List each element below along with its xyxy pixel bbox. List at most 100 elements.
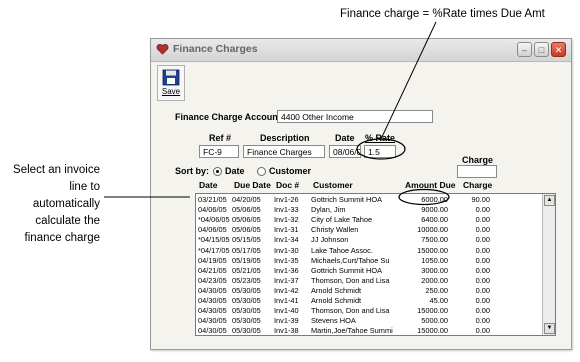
save-label: Save	[161, 87, 181, 96]
row-amount-due: 15000.00	[417, 245, 448, 255]
row-doc-number: Inv1-38	[274, 326, 299, 336]
table-scrollbar[interactable]: ▲ ▼	[542, 194, 555, 335]
invoice-table: 03/21/05 04/20/05 Inv1-26 Gottrich Summit H…	[195, 193, 556, 336]
row-customer: Gottrich Summit HOA	[311, 265, 383, 275]
row-charge: 0.00	[475, 285, 490, 295]
account-field[interactable]: 4400 Other Income	[277, 110, 433, 123]
table-row[interactable]: 04/30/05 05/30/05 Inv1-40 Thomson, Don and …	[196, 306, 544, 316]
row-amount-due: 7500.00	[421, 235, 448, 245]
table-row[interactable]: 04/06/05 05/06/05 Inv1-33 Dylan, Jim 9000.00…	[196, 205, 544, 215]
row-date: *04/06/05	[198, 215, 230, 225]
row-charge: 0.00	[475, 255, 490, 265]
row-date: 04/30/05	[198, 306, 227, 316]
finance-charges-window: Finance Charges – □ ✕ Save Finance Charg…	[150, 38, 572, 350]
minimize-button[interactable]: –	[517, 42, 532, 57]
row-amount-due: 9000.00	[421, 205, 448, 215]
row-due-date: 05/23/05	[232, 275, 261, 285]
row-date: *04/17/05	[198, 245, 230, 255]
table-row[interactable]: 04/21/05 05/21/05 Inv1-36 Gottrich Summit H…	[196, 266, 544, 276]
row-customer: Martin,Joe/Tahoe Summi	[311, 326, 393, 336]
row-doc-number: Inv1-32	[274, 215, 299, 225]
table-row[interactable]: 03/21/05 04/20/05 Inv1-26 Gottrich Summit H…	[196, 195, 544, 205]
row-customer: Thomson, Don and Lisa	[311, 306, 390, 316]
table-row[interactable]: *04/06/05 05/06/05 Inv1-32 City of Lake Tah…	[196, 215, 544, 225]
table-row[interactable]: 04/06/05 05/06/05 Inv1-31 Christy Wallen 100…	[196, 225, 544, 235]
charge-label: Charge	[462, 155, 494, 165]
callout-line: line to	[69, 181, 100, 193]
row-charge: 0.00	[475, 316, 490, 326]
sort-customer-radio[interactable]	[257, 167, 266, 176]
close-button[interactable]: ✕	[551, 42, 566, 57]
sort-date-radio[interactable]	[213, 167, 222, 176]
row-doc-number: Inv1-36	[274, 265, 299, 275]
invoice-callout-text: Select an invoice line to automatically …	[2, 162, 100, 247]
row-due-date: 05/30/05	[232, 296, 261, 305]
table-row[interactable]: 04/30/05 05/30/05 Inv1-41 Arnold Schmidt 45.…	[196, 296, 544, 306]
row-date: 04/21/05	[198, 265, 227, 275]
row-due-date: 05/15/05	[232, 235, 261, 245]
rate-label: % Rate	[365, 133, 396, 143]
col-header-charge: Charge	[463, 180, 493, 190]
row-amount-due: 6000.00	[421, 195, 448, 204]
row-doc-number: Inv1-35	[274, 255, 299, 265]
row-customer: Gottrich Summit HOA	[311, 195, 383, 204]
callout-line: calculate the	[35, 215, 100, 227]
table-row[interactable]: *04/17/05 05/17/05 Inv1-30 Lake Tahoe Assoc…	[196, 246, 544, 256]
row-customer: JJ Johnson	[311, 235, 349, 245]
row-customer: Dylan, Jim	[311, 205, 346, 215]
row-doc-number: Inv1-26	[274, 195, 299, 204]
title-bar: Finance Charges – □ ✕	[151, 39, 571, 62]
row-amount-due: 45.00	[429, 296, 449, 305]
row-customer: Stevens HOA	[311, 316, 356, 326]
description-field[interactable]: Finance Charges	[243, 145, 325, 158]
sort-customer-label: Customer	[269, 166, 312, 176]
table-row[interactable]: 04/30/05 05/30/05 Inv1-42 Arnold Schmidt 250…	[196, 286, 544, 296]
table-row[interactable]: 04/23/05 05/23/05 Inv1-37 Thomson, Don and …	[196, 276, 544, 286]
table-row[interactable]: 04/30/05 05/30/05 Inv1-39 Stevens HOA 5000.0…	[196, 316, 544, 326]
row-charge: 0.00	[475, 326, 490, 336]
row-amount-due: 2000.00	[421, 275, 448, 285]
table-row[interactable]: 04/30/05 05/30/05 Inv1-38 Martin,Joe/Tahoe …	[196, 326, 544, 336]
table-row[interactable]: 04/19/05 05/19/05 Inv1-35 Michaels,Curt/Tah…	[196, 256, 544, 266]
row-amount-due: 15000.00	[417, 306, 448, 316]
floppy-disk-icon	[162, 69, 180, 86]
scroll-down-icon[interactable]: ▼	[544, 323, 555, 334]
scroll-up-icon[interactable]: ▲	[544, 195, 555, 206]
row-charge: 0.00	[475, 205, 490, 215]
row-doc-number: Inv1-40	[274, 306, 299, 316]
row-customer: Thomson, Don and Lisa	[311, 275, 390, 285]
save-button[interactable]: Save	[157, 65, 185, 101]
table-row[interactable]: *04/15/05 05/15/05 Inv1-34 JJ Johnson 7500.0…	[196, 235, 544, 245]
rate-field[interactable]: 1.5	[364, 145, 396, 158]
row-charge: 0.00	[475, 225, 490, 235]
row-doc-number: Inv1-41	[274, 296, 299, 305]
maximize-button[interactable]: □	[534, 42, 549, 57]
col-header-date: Date	[199, 180, 218, 190]
row-customer: City of Lake Tahoe	[311, 215, 373, 225]
col-header-doc: Doc #	[276, 180, 300, 190]
col-header-customer: Customer	[313, 180, 353, 190]
row-charge: 0.00	[475, 245, 490, 255]
window-title: Finance Charges	[173, 43, 258, 55]
row-date: 03/21/05	[198, 195, 227, 204]
row-charge: 0.00	[475, 275, 490, 285]
row-customer: Arnold Schmidt	[311, 285, 362, 295]
row-customer: Michaels,Curt/Tahoe Su	[311, 255, 390, 265]
row-doc-number: Inv1-33	[274, 205, 299, 215]
row-charge: 0.00	[475, 306, 490, 316]
row-date: 04/06/05	[198, 225, 227, 235]
row-amount-due: 5000.00	[421, 316, 448, 326]
ref-label: Ref #	[209, 133, 232, 143]
row-due-date: 04/20/05	[232, 195, 261, 204]
row-amount-due: 10000.00	[417, 225, 448, 235]
charge-field[interactable]	[457, 165, 497, 178]
sort-by-label: Sort by:	[175, 166, 210, 176]
row-due-date: 05/06/05	[232, 205, 261, 215]
row-due-date: 05/19/05	[232, 255, 261, 265]
callout-line: automatically	[32, 198, 100, 210]
row-doc-number: Inv1-31	[274, 225, 299, 235]
ref-field[interactable]: FC-9	[199, 145, 239, 158]
date-field[interactable]: 08/06/0	[329, 145, 361, 158]
row-amount-due: 6400.00	[421, 215, 448, 225]
row-due-date: 05/30/05	[232, 285, 261, 295]
